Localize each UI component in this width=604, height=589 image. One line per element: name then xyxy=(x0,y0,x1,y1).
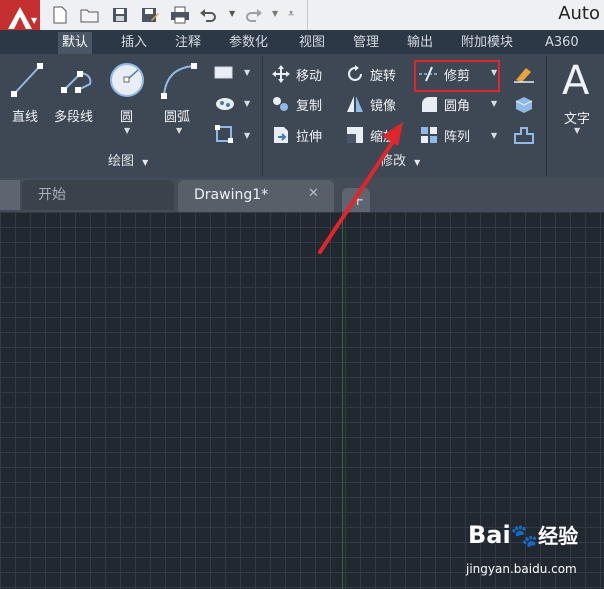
paw-icon: 🐾 xyxy=(510,524,539,549)
watermark-url: jingyan.baidu.com xyxy=(466,562,577,576)
watermark-brand2: 经验 xyxy=(538,524,579,548)
watermark-brand: Bai xyxy=(468,521,511,549)
baidu-watermark: Bai🐾经验 xyxy=(468,520,578,549)
autocad-window: ▼ ▼ ▼ ⩡ Auto 默认 插入 注释 参数化 视图 管理 输出 附加模块 … xyxy=(0,0,604,589)
annotation-arrow-icon xyxy=(318,122,403,254)
